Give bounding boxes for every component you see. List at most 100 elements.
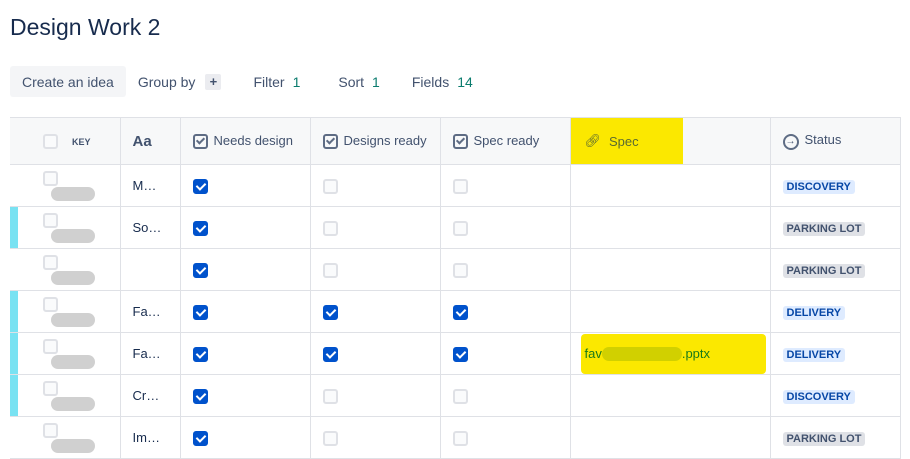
fields-button[interactable]: Fields 14 bbox=[400, 66, 485, 97]
checkbox[interactable] bbox=[452, 346, 468, 362]
checkbox[interactable] bbox=[192, 388, 208, 404]
checkbox[interactable] bbox=[322, 262, 338, 278]
column-header-designs-ready[interactable]: Designs ready bbox=[309, 117, 441, 165]
table-row[interactable]: Cr… DISCOVERY bbox=[10, 374, 901, 417]
spec-cell[interactable] bbox=[569, 206, 771, 249]
spec-cell[interactable] bbox=[569, 416, 771, 459]
status-cell[interactable]: DISCOVERY bbox=[769, 164, 901, 207]
summary-cell[interactable]: Cr… bbox=[119, 374, 181, 417]
spec-link[interactable]: fav .pptx bbox=[585, 346, 710, 362]
key-cell[interactable] bbox=[10, 206, 121, 249]
spec-cell[interactable] bbox=[569, 248, 771, 291]
designs-ready-cell[interactable] bbox=[309, 206, 441, 249]
table-row[interactable]: Fa… fav .pptx DELIVERY bbox=[10, 332, 901, 375]
spec-cell[interactable] bbox=[569, 164, 771, 207]
checkbox[interactable] bbox=[452, 262, 468, 278]
spec-ready-cell[interactable] bbox=[439, 164, 571, 207]
table-row[interactable]: Im… PARKING LOT bbox=[10, 416, 901, 459]
summary-cell[interactable]: Fa… bbox=[119, 290, 181, 333]
column-header-spec-ready[interactable]: Spec ready bbox=[439, 117, 571, 165]
checkbox[interactable] bbox=[452, 304, 468, 320]
checkbox[interactable] bbox=[192, 220, 208, 236]
spec-ready-cell[interactable] bbox=[439, 332, 571, 375]
column-header-needs-design[interactable]: Needs design bbox=[179, 117, 311, 165]
spec-ready-cell[interactable] bbox=[439, 374, 571, 417]
summary-cell[interactable]: So… bbox=[119, 206, 181, 249]
checkbox[interactable] bbox=[452, 430, 468, 446]
spec-cell[interactable] bbox=[569, 374, 771, 417]
status-cell[interactable]: DELIVERY bbox=[769, 332, 901, 375]
row-select-checkbox[interactable] bbox=[43, 212, 58, 228]
filter-label: Filter bbox=[253, 73, 285, 90]
needs-design-cell[interactable] bbox=[179, 206, 311, 249]
column-header-spec[interactable]: 🔗︎ Spec bbox=[569, 117, 771, 165]
row-select-checkbox[interactable] bbox=[43, 254, 58, 270]
row-select-checkbox[interactable] bbox=[43, 422, 58, 438]
checkbox[interactable] bbox=[452, 388, 468, 404]
status-cell[interactable]: PARKING LOT bbox=[769, 416, 901, 459]
row-select-checkbox[interactable] bbox=[43, 296, 58, 312]
status-cell[interactable]: PARKING LOT bbox=[769, 248, 901, 291]
column-header-summary[interactable]: Aa bbox=[119, 117, 181, 165]
row-select-checkbox[interactable] bbox=[43, 380, 58, 396]
checkbox[interactable] bbox=[322, 304, 338, 320]
key-cell[interactable] bbox=[10, 416, 121, 459]
filter-button[interactable]: Filter 1 bbox=[241, 66, 312, 97]
designs-ready-cell[interactable] bbox=[309, 290, 441, 333]
key-cell[interactable] bbox=[10, 332, 121, 375]
spec-cell[interactable]: fav .pptx bbox=[569, 332, 771, 375]
table-row[interactable]: M… DISCOVERY bbox=[10, 164, 901, 207]
row-select-checkbox[interactable] bbox=[43, 170, 58, 186]
table-row[interactable]: So… PARKING LOT bbox=[10, 206, 901, 249]
designs-ready-cell[interactable] bbox=[309, 332, 441, 375]
status-cell[interactable]: DISCOVERY bbox=[769, 374, 901, 417]
key-cell[interactable] bbox=[10, 248, 121, 291]
select-all-checkbox[interactable] bbox=[43, 134, 58, 150]
checkbox[interactable] bbox=[452, 178, 468, 194]
designs-ready-cell[interactable] bbox=[309, 248, 441, 291]
row-select-checkbox[interactable] bbox=[43, 338, 58, 354]
column-header-key[interactable]: KEY bbox=[10, 117, 121, 165]
spec-ready-cell[interactable] bbox=[439, 248, 571, 291]
spec-ready-cell[interactable] bbox=[439, 416, 571, 459]
checkbox[interactable] bbox=[322, 346, 338, 362]
needs-design-cell[interactable] bbox=[179, 290, 311, 333]
summary-cell[interactable]: Im… bbox=[119, 416, 181, 459]
summary-cell[interactable]: M… bbox=[119, 164, 181, 207]
needs-design-cell[interactable] bbox=[179, 416, 311, 459]
checkbox[interactable] bbox=[192, 430, 208, 446]
designs-ready-cell[interactable] bbox=[309, 374, 441, 417]
summary-cell[interactable]: Fa… bbox=[119, 332, 181, 375]
key-cell[interactable] bbox=[10, 290, 121, 333]
checkbox[interactable] bbox=[192, 346, 208, 362]
needs-design-cell[interactable] bbox=[179, 248, 311, 291]
spec-ready-cell[interactable] bbox=[439, 206, 571, 249]
spec-ready-cell[interactable] bbox=[439, 290, 571, 333]
table-row[interactable]: PARKING LOT bbox=[10, 248, 901, 291]
summary-cell[interactable] bbox=[119, 248, 181, 291]
spec-cell[interactable] bbox=[569, 290, 771, 333]
designs-ready-cell[interactable] bbox=[309, 164, 441, 207]
checkbox[interactable] bbox=[192, 304, 208, 320]
status-cell[interactable]: DELIVERY bbox=[769, 290, 901, 333]
key-cell[interactable] bbox=[10, 374, 121, 417]
needs-design-cell[interactable] bbox=[179, 374, 311, 417]
checkbox[interactable] bbox=[192, 262, 208, 278]
checkbox[interactable] bbox=[322, 430, 338, 446]
status-cell[interactable]: PARKING LOT bbox=[769, 206, 901, 249]
sort-button[interactable]: Sort 1 bbox=[326, 66, 391, 97]
designs-ready-cell[interactable] bbox=[309, 416, 441, 459]
checkbox[interactable] bbox=[322, 388, 338, 404]
needs-design-cell[interactable] bbox=[179, 332, 311, 375]
checkbox[interactable] bbox=[452, 220, 468, 236]
group-by-button[interactable]: Group by + bbox=[126, 66, 234, 97]
redacted-key bbox=[51, 229, 95, 244]
checkbox[interactable] bbox=[192, 178, 208, 194]
key-cell[interactable] bbox=[10, 164, 121, 207]
create-idea-button[interactable]: Create an idea bbox=[10, 66, 126, 97]
needs-design-cell[interactable] bbox=[179, 164, 311, 207]
column-header-status[interactable]: → Status bbox=[769, 117, 901, 165]
checkbox[interactable] bbox=[322, 178, 338, 194]
checkbox[interactable] bbox=[322, 220, 338, 236]
table-row[interactable]: Fa… DELIVERY bbox=[10, 290, 901, 333]
